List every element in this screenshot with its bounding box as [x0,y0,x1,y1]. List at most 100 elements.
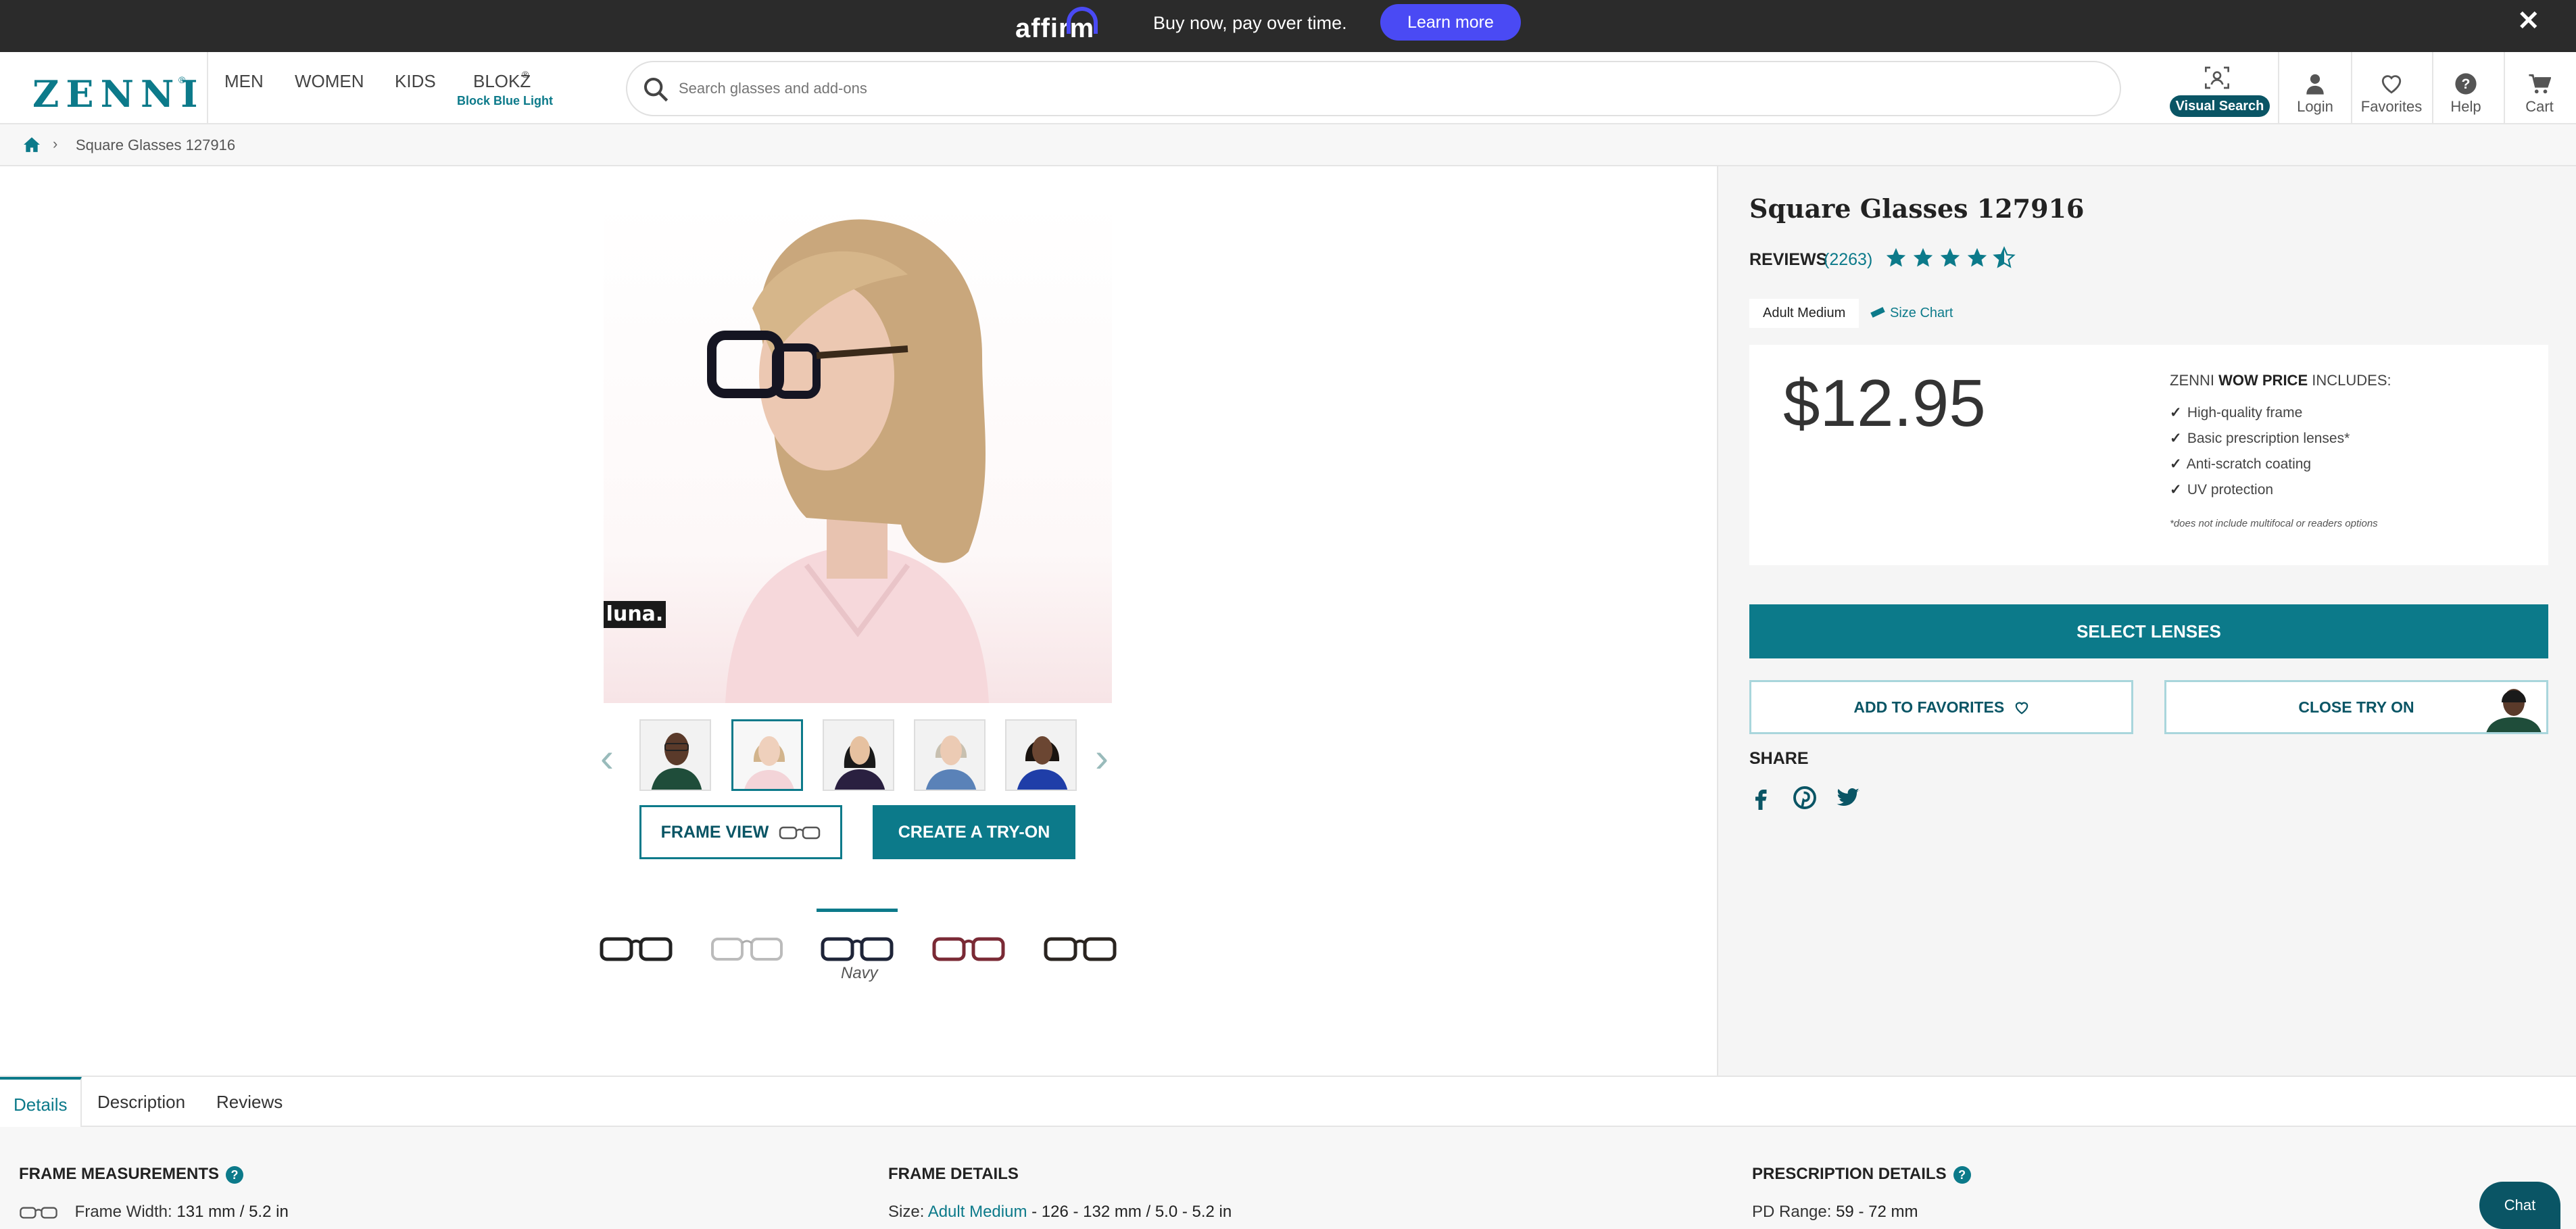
visual-search-button[interactable]: Visual Search [2170,95,2270,117]
cart-button[interactable]: Cart [2509,52,2570,124]
frame-width-value: 131 mm / 5.2 in [176,1203,289,1221]
promo-text: Buy now, pay over time. [1153,13,1347,33]
header-divider [2504,52,2505,124]
tryon-avatar [2486,689,2542,732]
frame-width-label: Frame Width: [74,1203,172,1221]
help-icon[interactable]: ? [226,1165,244,1184]
size-chart-link[interactable]: Size Chart [1890,306,1953,321]
help-icon[interactable]: ? [1953,1165,1971,1184]
nav-women[interactable]: WOMEN [295,71,364,92]
product-gallery: luna. ‹ › FRAME VIEW CREATE A TRY-ON Nav… [0,166,1717,1076]
favorites-button[interactable]: Favorites [2356,52,2427,124]
model-thumbnail[interactable] [1005,719,1077,791]
includes-item: ✓ High-quality frame [2170,404,2302,421]
includes-item-label: Anti-scratch coating [2186,456,2312,472]
includes-item-label: High-quality frame [2187,405,2303,420]
login-label: Login [2297,98,2333,115]
nav-men[interactable]: MEN [224,71,264,92]
checkmark-icon: ✓ [2170,456,2182,472]
prescription-details-title: PRESCRIPTION DETAILS [1752,1165,1947,1183]
learn-more-button[interactable]: Learn more [1380,4,1521,41]
includes-item: ✓ Basic prescription lenses* [2170,430,2350,447]
star-full-icon [1967,247,1987,267]
product-title: Square Glasses 127916 [1749,193,2085,224]
login-button[interactable]: Login [2285,52,2346,124]
model-thumbnail[interactable] [639,719,711,791]
cart-label: Cart [2525,98,2554,115]
size-tag: Adult Medium [1749,299,1860,328]
create-tryon-button[interactable]: CREATE A TRY-ON [873,805,1075,859]
frame-view-button[interactable]: FRAME VIEW [639,805,842,859]
color-swatch-red[interactable] [931,927,1006,967]
nav-blokz-subtitle[interactable]: Block Blue Light [457,94,553,108]
model-thumbnail[interactable] [731,719,803,791]
share-heading: SHARE [1749,749,1809,768]
model-thumbnail[interactable] [823,719,894,791]
frame-size-link[interactable]: Adult Medium [928,1203,1027,1221]
checkmark-icon: ✓ [2170,431,2182,446]
home-icon[interactable] [23,137,41,153]
help-label: Help [2450,98,2481,115]
help-button[interactable]: ? Help [2437,52,2494,124]
search-bar[interactable] [626,61,2121,116]
header-divider [2432,52,2433,124]
model-thumbnail[interactable] [914,719,986,791]
color-swatch-clear[interactable] [710,927,784,967]
frame-details-heading: FRAME DETAILS [888,1165,1019,1183]
reviews-count-link[interactable]: (2263) [1824,250,1872,270]
includes-item: ✓ Anti-scratch coating [2170,456,2311,473]
model-thumbnail-image [915,721,984,790]
tab-reviews[interactable]: Reviews [203,1077,296,1127]
tab-description[interactable]: Description [84,1077,199,1127]
color-swatch-black[interactable] [599,927,673,967]
heart-icon [2381,75,2402,94]
twitter-icon[interactable] [1836,786,1860,810]
facebook-icon[interactable] [1749,786,1774,810]
nav-kids[interactable]: KIDS [395,71,436,92]
star-full-icon [1886,247,1906,267]
close-tryon-button[interactable]: CLOSE TRY ON [2164,680,2548,734]
glasses-icon [20,1207,57,1219]
reviews-label: REVIEWS [1749,250,1828,269]
promo-bar: affirm Buy now, pay over time. Learn mor… [0,0,2576,52]
close-tryon-label: CLOSE TRY ON [2298,698,2414,716]
checkmark-icon: ✓ [2170,405,2182,420]
model-tryon-image [604,200,1112,703]
checkmark-icon: ✓ [2170,482,2182,498]
details-panel: FRAME MEASUREMENTS? Frame Width: 131 mm … [0,1127,2576,1229]
chat-button[interactable]: Chat [2479,1182,2560,1229]
breadcrumb: › Square Glasses 127916 [0,124,2576,166]
model-thumbnail-image [1006,721,1075,790]
prescription-details-heading: PRESCRIPTION DETAILS? [1752,1165,1971,1184]
color-swatch-navy[interactable] [820,927,894,967]
site-header: ZENNI ® MEN WOMEN KIDS BLOKZ ® Block Blu… [0,52,2576,124]
price: $12.95 [1783,366,1986,440]
pd-range-value: 59 - 72 mm [1836,1203,1918,1221]
blokz-registered-mark: ® [522,69,529,80]
header-divider [2278,52,2279,124]
color-swatch-tortoise[interactable] [1043,927,1117,967]
wow-suffix: INCLUDES: [2312,372,2391,389]
user-icon [2306,74,2324,95]
heart-icon [2015,702,2028,715]
visual-search-icon[interactable] [2204,64,2231,91]
tab-details[interactable]: Details [0,1077,82,1127]
add-to-favorites-label: ADD TO FAVORITES [1853,698,2005,716]
model-thumbnail-image [641,721,710,790]
pinterest-icon[interactable] [1793,786,1817,810]
frame-width-line: Frame Width: 131 mm / 5.2 in [19,1203,289,1222]
selected-color-label: Navy [841,964,878,982]
gallery-prev-arrow-icon[interactable]: ‹ [600,734,614,781]
favorites-label: Favorites [2360,98,2423,115]
close-promo-icon[interactable]: ✕ [2517,5,2540,37]
pd-range-label: PD Range: [1752,1203,1832,1221]
price-disclaimer: *does not include multifocal or readers … [2170,518,2378,529]
select-lenses-button[interactable]: SELECT LENSES [1749,604,2548,658]
gallery-next-arrow-icon[interactable]: › [1095,734,1109,781]
add-to-favorites-button[interactable]: ADD TO FAVORITES [1749,680,2133,734]
search-input[interactable] [679,72,2098,105]
rating-stars[interactable] [1885,246,2020,272]
affirm-arc-icon [1067,7,1098,34]
wow-price-heading: ZENNI WOW PRICE INCLUDES: [2170,372,2391,389]
frame-measurements-title: FRAME MEASUREMENTS [19,1165,220,1183]
